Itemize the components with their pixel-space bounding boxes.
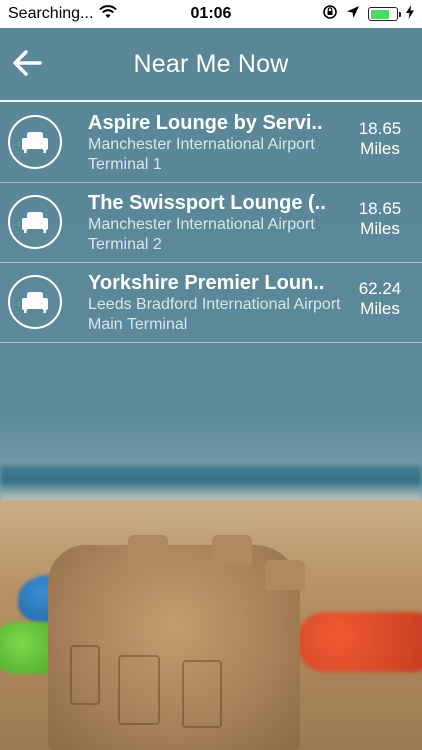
sandcastle-tower <box>212 535 252 565</box>
rotation-lock-icon <box>322 4 338 25</box>
sandcastle-window <box>182 660 222 728</box>
navigation-bar: Near Me Now <box>0 28 422 102</box>
lounge-distance-value: 18.65 <box>358 119 402 138</box>
back-button[interactable] <box>10 48 44 82</box>
sandcastle-window <box>70 645 100 705</box>
lounge-airport: Leeds Bradford International Airport <box>88 296 341 313</box>
carrier-text: Searching... <box>8 5 94 22</box>
lounge-distance-unit: Miles <box>360 219 400 238</box>
lounge-distance-unit: Miles <box>360 299 400 318</box>
lounge-distance-value: 18.65 <box>358 199 402 218</box>
sandcastle-tower <box>128 535 168 565</box>
sandcastle-tower <box>265 560 305 590</box>
lounge-distance-value: 62.24 <box>358 279 402 298</box>
armchair-icon <box>8 115 62 169</box>
armchair-icon <box>8 275 62 329</box>
lounge-list-item[interactable]: Yorkshire Premier Loun.. Leeds Bradford … <box>0 263 422 343</box>
status-bar: Searching... 01:06 <box>0 0 422 28</box>
lounge-list-item[interactable]: The Swissport Lounge (.. Manchester Inte… <box>0 183 422 263</box>
armchair-icon <box>8 195 62 249</box>
page-title: Near Me Now <box>133 49 289 78</box>
wifi-icon <box>99 4 118 24</box>
lounge-terminal: Terminal 1 <box>88 156 162 173</box>
lounge-terminal: Terminal 2 <box>88 236 162 253</box>
lounge-airport: Manchester International Airport <box>88 216 315 233</box>
lounge-terminal: Main Terminal <box>88 316 188 333</box>
background-sea <box>0 465 422 505</box>
battery-level <box>370 9 390 19</box>
lounge-name: The Swissport Lounge (.. <box>88 192 326 214</box>
arrow-left-icon <box>12 49 42 81</box>
lounge-distance-unit: Miles <box>360 139 400 158</box>
lounge-name: Aspire Lounge by Servi.. <box>88 112 323 134</box>
lounge-list: Aspire Lounge by Servi.. Manchester Inte… <box>0 103 422 343</box>
charging-bolt-icon <box>406 4 414 24</box>
lounge-list-item[interactable]: Aspire Lounge by Servi.. Manchester Inte… <box>0 103 422 183</box>
location-arrow-icon <box>346 5 360 24</box>
lounge-name: Yorkshire Premier Loun.. <box>88 272 325 294</box>
red-spade <box>296 612 422 672</box>
lounge-airport: Manchester International Airport <box>88 136 315 153</box>
battery-icon <box>368 7 401 21</box>
sandcastle-window <box>118 655 160 725</box>
